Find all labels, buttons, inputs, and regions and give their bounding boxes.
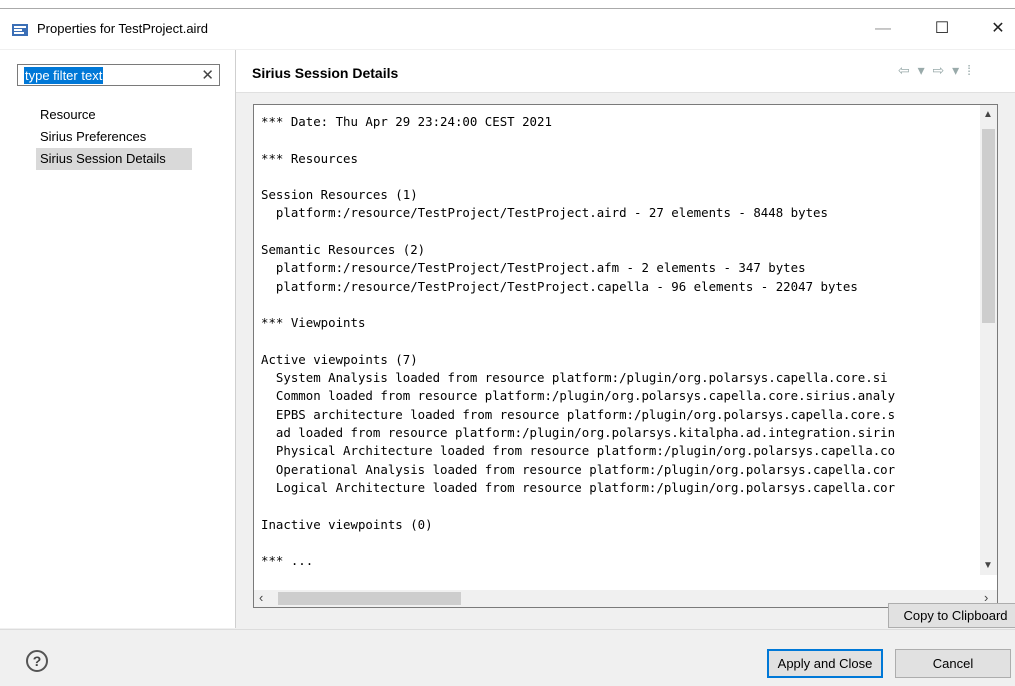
- details-line: platform:/resource/TestProject/TestProje…: [261, 205, 828, 221]
- close-button[interactable]: ✕: [976, 15, 1015, 43]
- session-details-text-area[interactable]: *** Date: Thu Apr 29 23:24:00 CEST 2021 …: [253, 104, 998, 608]
- details-line: Operational Analysis loaded from resourc…: [261, 461, 896, 477]
- details-line: ad loaded from resource platform:/plugin…: [261, 425, 896, 441]
- content-pane: Sirius Session Details ⇦ ▾ ⇨ ▾ ⁞ *** Dat…: [236, 50, 1015, 628]
- cancel-button[interactable]: Cancel: [895, 649, 1011, 678]
- details-line: [261, 333, 979, 351]
- maximize-button[interactable]: ☐: [920, 15, 964, 43]
- scroll-left-icon[interactable]: ‹: [259, 590, 263, 605]
- details-line: *** Resources: [261, 150, 358, 166]
- details-line: platform:/resource/TestProject/TestProje…: [261, 278, 858, 294]
- clear-filter-icon[interactable]: ✕: [201, 66, 214, 84]
- vertical-scroll-thumb[interactable]: [982, 129, 995, 323]
- navigation-arrows-icon[interactable]: ⇦ ▾ ⇨ ▾ ⁞: [898, 62, 973, 79]
- background-strip: [0, 0, 1015, 8]
- properties-dialog: Properties for TestProject.aird — ☐ ✕ ty…: [0, 8, 1015, 686]
- details-line: *** Viewpoints: [261, 315, 366, 331]
- details-line: System Analysis loaded from resource pla…: [261, 370, 888, 386]
- property-page-tree: Resource Sirius Preferences Sirius Sessi…: [36, 104, 226, 170]
- window-title: Properties for TestProject.aird: [37, 21, 208, 36]
- details-line: [261, 223, 979, 241]
- page-title: Sirius Session Details: [252, 65, 399, 81]
- details-line: *** ...: [261, 553, 314, 569]
- details-line: [261, 296, 979, 314]
- tree-item-sirius-preferences[interactable]: Sirius Preferences: [36, 126, 226, 148]
- session-details-text: *** Date: Thu Apr 29 23:24:00 CEST 2021 …: [261, 113, 979, 577]
- details-line: [261, 534, 979, 552]
- details-line: Common loaded from resource platform:/pl…: [261, 388, 896, 404]
- apply-and-close-button[interactable]: Apply and Close: [767, 649, 883, 678]
- tree-item-sirius-session-details[interactable]: Sirius Session Details: [36, 148, 192, 170]
- help-icon[interactable]: ?: [26, 650, 48, 672]
- vertical-scrollbar[interactable]: ▲ ▼: [980, 105, 997, 575]
- details-line: Session Resources (1): [261, 187, 418, 203]
- minimize-button[interactable]: —: [861, 15, 905, 43]
- dialog-footer: ? Apply and Close Cancel: [0, 629, 1015, 686]
- details-line: Semantic Resources (2): [261, 242, 426, 258]
- details-line: Inactive viewpoints (0): [261, 516, 433, 532]
- properties-icon: [12, 24, 28, 36]
- details-line: *** Date: Thu Apr 29 23:24:00 CEST 2021: [261, 114, 552, 129]
- copy-to-clipboard-button[interactable]: Copy to Clipboard: [888, 603, 1015, 628]
- details-line: Physical Architecture loaded from resour…: [261, 443, 896, 459]
- horizontal-scroll-thumb[interactable]: [278, 592, 461, 605]
- page-header: Sirius Session Details ⇦ ▾ ⇨ ▾ ⁞: [236, 50, 1015, 93]
- details-line: Active viewpoints (7): [261, 351, 418, 367]
- scroll-down-icon[interactable]: ▼: [983, 560, 993, 571]
- navigation-pane: type filter text ✕ Resource Sirius Prefe…: [0, 50, 236, 628]
- details-line: [261, 131, 979, 149]
- scroll-up-icon[interactable]: ▲: [983, 109, 993, 120]
- filter-input[interactable]: type filter text ✕: [17, 64, 220, 86]
- tree-item-resource[interactable]: Resource: [36, 104, 226, 126]
- details-line: Logical Architecture loaded from resourc…: [261, 479, 896, 495]
- details-line: [261, 497, 979, 515]
- title-bar: Properties for TestProject.aird — ☐ ✕: [0, 9, 1015, 49]
- details-line: EPBS architecture loaded from resource p…: [261, 406, 896, 422]
- horizontal-scrollbar[interactable]: ‹ ›: [254, 590, 997, 607]
- filter-text[interactable]: type filter text: [24, 67, 104, 84]
- details-line: platform:/resource/TestProject/TestProje…: [261, 260, 806, 276]
- details-line: [261, 168, 979, 186]
